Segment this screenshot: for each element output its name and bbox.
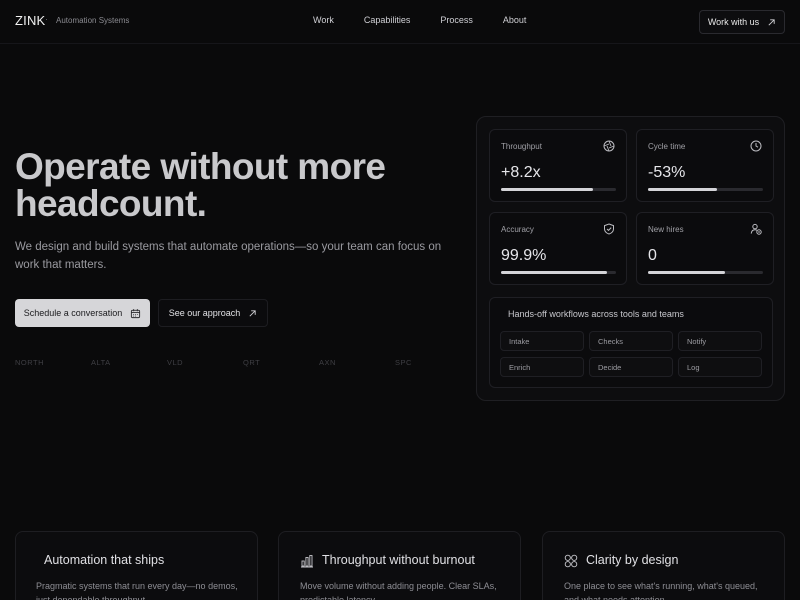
bar-chart-icon — [301, 555, 313, 568]
grid-icon — [564, 554, 578, 568]
shield-check-icon — [604, 223, 614, 235]
workflow-chip-intake[interactable]: Intake — [500, 331, 584, 351]
feature-card-throughput: Throughput without burnout Move volume w… — [278, 531, 521, 600]
workflows-card: Hands-off workflows across tools and tea… — [489, 297, 773, 388]
progress-fill — [648, 188, 717, 191]
progress-fill — [501, 271, 607, 274]
user-minus-icon — [750, 223, 762, 235]
feature-card-clarity: Clarity by design One place to see what'… — [542, 531, 785, 600]
metric-label: Throughput — [501, 142, 542, 151]
client-logo: SPC — [395, 358, 412, 367]
metric-card-cycle-time: Cycle time -53% — [636, 129, 774, 202]
feature-body: Pragmatic systems that run every day—no … — [36, 581, 238, 600]
metric-card-new-hires: New hires 0 — [636, 212, 774, 285]
client-logo: QRT — [243, 358, 261, 367]
work-with-us-button[interactable]: Work with us — [699, 10, 785, 34]
brand-tagline: Automation Systems — [56, 16, 130, 25]
progress-fill — [648, 271, 726, 274]
client-logo: ALTA — [91, 358, 111, 367]
hero-title: Operate without more headcount. — [15, 146, 386, 224]
arrow-up-right-icon — [768, 18, 775, 26]
nav-links: Work Capabilities Process About — [313, 15, 536, 25]
schedule-conversation-button[interactable]: Schedule a conversation — [15, 299, 150, 327]
arrow-up-right-icon — [249, 309, 256, 317]
metric-value: -53% — [648, 164, 686, 181]
progress-track — [648, 188, 763, 191]
metrics-panel: Throughput +8.2x Cycle time -53% Accurac… — [476, 116, 785, 401]
calendar-icon — [131, 308, 141, 318]
brand-logo[interactable]: ZINK — [15, 13, 45, 28]
see-approach-button[interactable]: See our approach — [158, 299, 268, 327]
metric-label: Cycle time — [648, 142, 686, 151]
metric-value: +8.2x — [501, 164, 541, 181]
feature-card-automation: Automation that ships Pragmatic systems … — [15, 531, 258, 600]
workflow-chip-enrich[interactable]: Enrich — [500, 357, 584, 377]
nav-link-about[interactable]: About — [503, 15, 537, 25]
client-logo: VLD — [167, 358, 184, 367]
hero-subtitle: We design and build systems that automat… — [15, 241, 442, 271]
feature-title: Throughput without burnout — [322, 553, 475, 567]
metric-card-throughput: Throughput +8.2x — [489, 129, 627, 202]
see-approach-label: See our approach — [168, 308, 241, 318]
progress-fill — [501, 188, 593, 191]
workflow-chip-notify[interactable]: Notify — [678, 331, 762, 351]
metric-card-accuracy: Accuracy 99.9% — [489, 212, 627, 285]
feature-title: Clarity by design — [586, 553, 679, 567]
progress-track — [501, 188, 616, 191]
client-logo: NORTH — [15, 358, 45, 367]
clock-icon — [750, 140, 762, 152]
workflow-chip-decide[interactable]: Decide — [589, 357, 673, 377]
feature-title: Automation that ships — [44, 553, 165, 567]
nav-link-process[interactable]: Process — [440, 15, 483, 25]
workflows-title: Hands-off workflows across tools and tea… — [508, 309, 684, 319]
metric-value: 0 — [648, 247, 657, 264]
feature-body: One place to see what's running, what's … — [564, 581, 758, 600]
client-logo: AXN — [319, 358, 336, 367]
metric-label: New hires — [648, 225, 684, 234]
top-nav: ZINK · Automation Systems Work Capabilit… — [0, 0, 800, 44]
client-logos: NORTH ALTA VLD QRT AXN SPC — [15, 358, 455, 370]
metric-value: 99.9% — [501, 247, 547, 264]
schedule-conversation-label: Schedule a conversation — [23, 308, 123, 318]
work-with-us-label: Work with us — [707, 17, 760, 27]
progress-track — [648, 271, 763, 274]
workflow-chip-checks[interactable]: Checks — [589, 331, 673, 351]
nav-link-work[interactable]: Work — [313, 15, 344, 25]
brand-separator: · — [45, 14, 48, 24]
feature-body: Move volume without adding people. Clear… — [300, 581, 497, 600]
workflow-chip-log[interactable]: Log — [678, 357, 762, 377]
progress-track — [501, 271, 616, 274]
nav-link-capabilities[interactable]: Capabilities — [364, 15, 421, 25]
aperture-icon — [603, 140, 615, 152]
metric-label: Accuracy — [501, 225, 534, 234]
